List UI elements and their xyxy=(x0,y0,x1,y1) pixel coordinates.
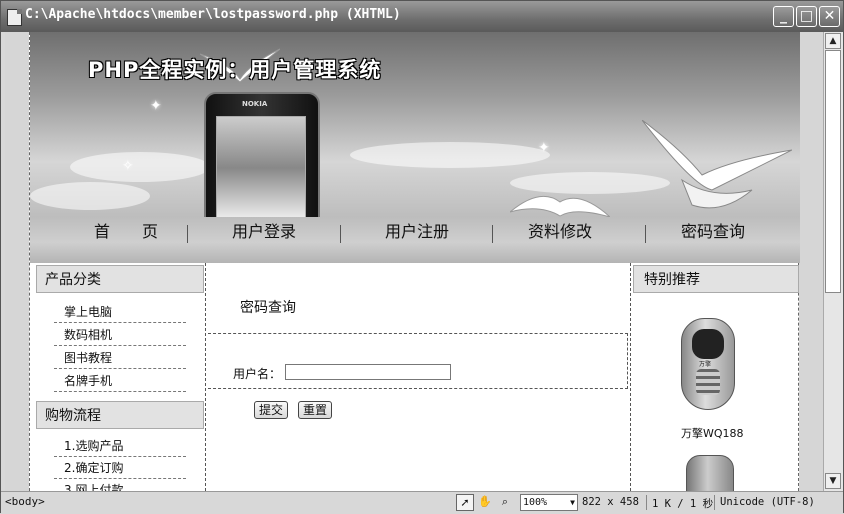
nav-divider xyxy=(187,225,188,243)
maximize-button[interactable]: □ xyxy=(796,6,817,27)
cloud-shape xyxy=(30,182,150,210)
featured-product-image-2[interactable] xyxy=(686,455,734,491)
pointer-tool-icon[interactable]: ➚ xyxy=(456,494,474,511)
scroll-thumb[interactable] xyxy=(825,50,841,293)
zoom-select[interactable]: 100% ▼ xyxy=(520,494,578,511)
category-item[interactable]: 数码相机 xyxy=(54,324,186,346)
sparkle-icon: ✧ xyxy=(122,158,134,174)
product-keypad xyxy=(696,369,720,395)
featured-product-name[interactable]: 万擎WQ188 xyxy=(681,425,744,441)
nav-home[interactable]: 首 页 xyxy=(84,217,168,247)
header-banner: ✦ ✧ ✦ PHP全程实例：用户管理系统 NOKIA xyxy=(30,32,800,217)
featured-product-image[interactable]: 万擎 xyxy=(681,318,735,410)
page-heading: 密码查询 xyxy=(240,300,296,316)
window-size[interactable]: 822 x 458 xyxy=(582,496,639,508)
seagull-icon xyxy=(510,195,610,217)
nav-divider xyxy=(340,225,341,243)
close-button[interactable]: ✕ xyxy=(819,6,840,27)
right-sidebar: 特别推荐 万擎 万擎WQ188 xyxy=(630,263,800,491)
nav-register[interactable]: 用户注册 xyxy=(375,217,459,247)
window-title: C:\Apache\htdocs\member\lostpassword.php… xyxy=(25,7,401,22)
flow-item[interactable]: 3.网上付款 xyxy=(54,479,186,491)
banner-title: PHP全程实例：用户管理系统 xyxy=(88,58,382,82)
cloud-shape xyxy=(350,142,550,168)
flow-item[interactable]: 1.选购产品 xyxy=(54,435,186,457)
chevron-down-icon: ▼ xyxy=(829,476,837,486)
status-divider xyxy=(714,495,715,510)
zoom-value: 100% xyxy=(523,497,548,508)
product-brand-label: 万擎 xyxy=(699,361,712,368)
design-view[interactable]: ✦ ✧ ✦ PHP全程实例：用户管理系统 NOKIA 首 页 用户登录 用户注册… xyxy=(5,32,823,491)
nav-edit-profile[interactable]: 资料修改 xyxy=(518,217,602,247)
download-size: 1 K / 1 秒 xyxy=(652,498,714,510)
sparkle-icon: ✦ xyxy=(538,140,550,156)
main-nav: 首 页 用户登录 用户注册 资料修改 密码查询 xyxy=(30,217,800,263)
scroll-down-button[interactable]: ▼ xyxy=(825,473,841,489)
sparkle-icon: ✦ xyxy=(150,98,162,114)
seagull-icon xyxy=(642,120,792,209)
chevron-down-icon: ▼ xyxy=(570,498,575,507)
left-sidebar: 产品分类 掌上电脑 数码相机 图书教程 名牌手机 购物流程 1.选购产品 2.确… xyxy=(30,263,206,491)
zoom-tool-icon[interactable]: ⌕ xyxy=(496,494,514,511)
nav-login[interactable]: 用户登录 xyxy=(222,217,306,247)
status-bar: <body> ➚ ✋ ⌕ 100% ▼ 822 x 458 1 K / 1 秒 … xyxy=(1,491,843,514)
document-icon xyxy=(7,9,22,26)
flow-item[interactable]: 2.确定订购 xyxy=(54,457,186,479)
nav-password-lookup[interactable]: 密码查询 xyxy=(671,217,755,247)
close-icon: ✕ xyxy=(823,8,836,24)
reset-button[interactable]: 重置 xyxy=(298,401,333,419)
category-item[interactable]: 掌上电脑 xyxy=(54,301,186,323)
encoding: Unicode (UTF-8) xyxy=(720,496,815,508)
maximize-icon: □ xyxy=(799,8,814,24)
vertical-scrollbar[interactable]: ▲ ▼ xyxy=(823,32,843,491)
phone-screen xyxy=(216,116,306,217)
shopping-flow-title: 购物流程 xyxy=(36,401,204,429)
featured-title: 特别推荐 xyxy=(633,265,799,293)
category-item[interactable]: 图书教程 xyxy=(54,347,186,369)
product-screen xyxy=(692,329,724,359)
category-title: 产品分类 xyxy=(36,265,204,293)
scroll-up-button[interactable]: ▲ xyxy=(825,33,841,49)
category-item[interactable]: 名牌手机 xyxy=(54,370,186,392)
status-divider xyxy=(646,495,647,510)
main-content: 密码查询 用户名： 提交 重置 xyxy=(206,263,630,491)
phone-brand: NOKIA xyxy=(242,100,268,108)
cloud-shape xyxy=(70,152,210,182)
hand-tool-icon[interactable]: ✋ xyxy=(476,494,494,511)
minimize-icon: _ xyxy=(780,8,787,24)
tag-selector[interactable]: <body> xyxy=(5,495,45,508)
nav-divider xyxy=(492,225,493,243)
web-page: ✦ ✧ ✦ PHP全程实例：用户管理系统 NOKIA 首 页 用户登录 用户注册… xyxy=(29,32,800,491)
editor-window: C:\Apache\htdocs\member\lostpassword.php… xyxy=(0,0,844,514)
title-bar: C:\Apache\htdocs\member\lostpassword.php… xyxy=(1,1,843,32)
nav-divider xyxy=(645,225,646,243)
username-input[interactable] xyxy=(285,364,451,380)
chevron-up-icon: ▲ xyxy=(829,36,837,46)
minimize-button[interactable]: _ xyxy=(773,6,794,27)
username-label: 用户名： xyxy=(233,367,282,381)
submit-button[interactable]: 提交 xyxy=(254,401,289,419)
phone-image: NOKIA xyxy=(204,92,320,217)
